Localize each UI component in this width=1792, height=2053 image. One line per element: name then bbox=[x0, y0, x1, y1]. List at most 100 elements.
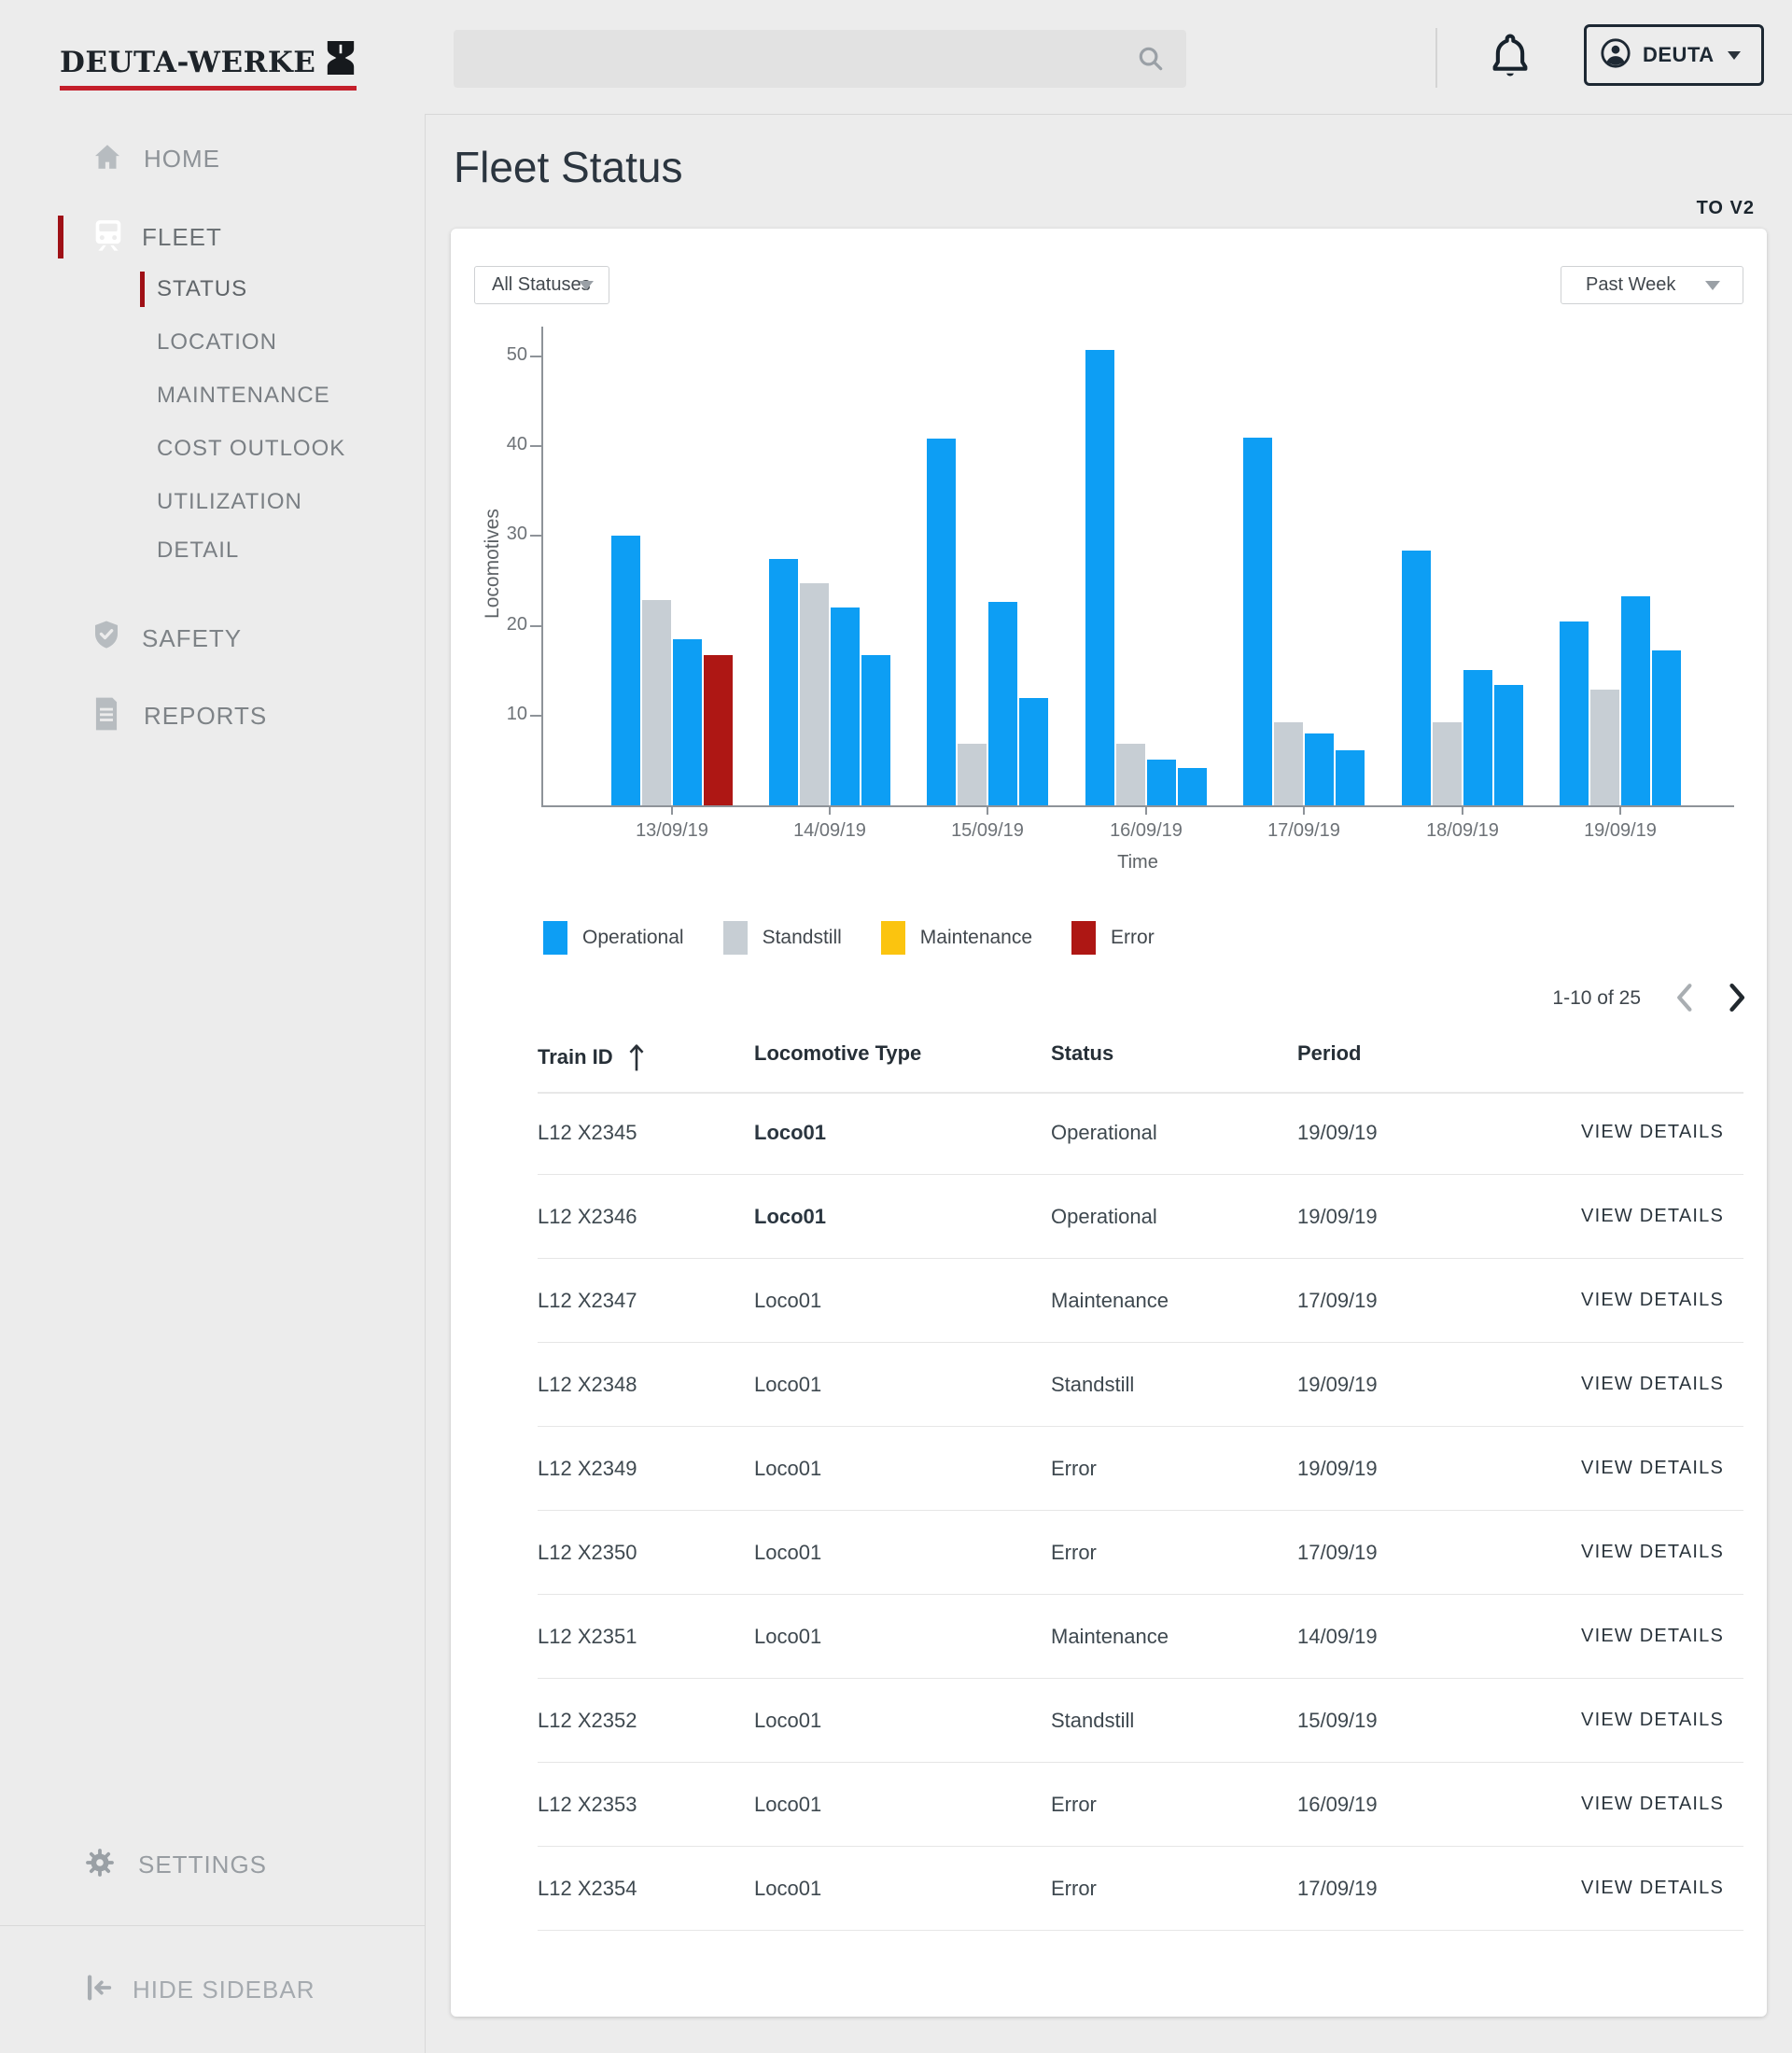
cell-status: Maintenance bbox=[1051, 1595, 1169, 1678]
cell-locomotive-type: Loco01 bbox=[754, 1511, 821, 1594]
chevron-down-icon bbox=[1728, 51, 1741, 60]
y-tick-mark bbox=[530, 715, 541, 717]
y-tick-label: 40 bbox=[471, 434, 527, 455]
notifications-bell-icon[interactable] bbox=[1486, 31, 1534, 88]
sidebar-item-settings[interactable]: SETTINGS bbox=[82, 1844, 267, 1885]
hide-sidebar-button[interactable]: HIDE SIDEBAR bbox=[82, 1969, 315, 2010]
bar-operational bbox=[988, 602, 1017, 805]
collapse-sidebar-icon bbox=[82, 1972, 116, 2008]
sidebar-item-safety[interactable]: SAFETY bbox=[90, 618, 242, 659]
sidebar-item-maintenance[interactable]: MAINTENANCE bbox=[157, 376, 330, 415]
gear-icon bbox=[82, 1845, 118, 1885]
x-tick-label: 14/09/19 bbox=[764, 820, 895, 842]
table-row[interactable]: L12 X2351 Loco01 Maintenance 14/09/19 VI… bbox=[538, 1595, 1743, 1679]
table-row[interactable]: L12 X2354 Loco01 Error 17/09/19 VIEW DET… bbox=[538, 1847, 1743, 1931]
profile-menu-button[interactable]: DEUTA bbox=[1584, 24, 1764, 86]
cell-locomotive-type: Loco01 bbox=[754, 1595, 821, 1678]
legend-item: Maintenance bbox=[881, 921, 1032, 955]
cell-locomotive-type: Loco01 bbox=[754, 1847, 821, 1930]
view-details-link[interactable]: VIEW DETAILS bbox=[1581, 1763, 1724, 1846]
next-page-button[interactable] bbox=[1726, 983, 1750, 1017]
view-details-link[interactable]: VIEW DETAILS bbox=[1581, 1427, 1724, 1510]
shield-icon bbox=[90, 618, 123, 660]
previous-page-button[interactable] bbox=[1672, 983, 1696, 1017]
avatar-icon bbox=[1600, 37, 1631, 74]
table-row[interactable]: L12 X2353 Loco01 Error 16/09/19 VIEW DET… bbox=[538, 1763, 1743, 1847]
view-details-link[interactable]: VIEW DETAILS bbox=[1581, 1259, 1724, 1342]
sidebar-item-cost-outlook[interactable]: COST OUTLOOK bbox=[157, 429, 345, 468]
bar-operational bbox=[611, 536, 640, 805]
bar-operational bbox=[769, 559, 798, 805]
chart-legend: OperationalStandstillMaintenanceError bbox=[543, 921, 1194, 955]
cell-period: 17/09/19 bbox=[1297, 1847, 1378, 1930]
search-input[interactable] bbox=[454, 30, 1186, 88]
cell-train-id: L12 X2352 bbox=[538, 1679, 637, 1762]
cell-train-id: L12 X2349 bbox=[538, 1427, 637, 1510]
page-title: Fleet Status bbox=[454, 142, 682, 192]
bar-operational bbox=[1494, 685, 1523, 805]
sidebar-divider bbox=[0, 1925, 426, 1926]
cell-train-id: L12 X2350 bbox=[538, 1511, 637, 1594]
cell-period: 19/09/19 bbox=[1297, 1175, 1378, 1258]
table-row[interactable]: L12 X2352 Loco01 Standstill 15/09/19 VIE… bbox=[538, 1679, 1743, 1763]
view-details-link[interactable]: VIEW DETAILS bbox=[1581, 1595, 1724, 1678]
column-header-period[interactable]: Period bbox=[1297, 1041, 1361, 1066]
column-label: Period bbox=[1297, 1041, 1361, 1066]
view-details-link[interactable]: VIEW DETAILS bbox=[1581, 1343, 1724, 1426]
cell-status: Error bbox=[1051, 1511, 1097, 1594]
legend-label: Error bbox=[1111, 927, 1155, 949]
search-bar[interactable] bbox=[454, 30, 1186, 88]
cell-locomotive-type: Loco01 bbox=[754, 1259, 821, 1342]
cell-train-id: L12 X2347 bbox=[538, 1259, 637, 1342]
legend-swatch-error bbox=[1071, 921, 1096, 955]
column-header-locomotive-type[interactable]: Locomotive Type bbox=[754, 1041, 921, 1066]
view-details-link[interactable]: VIEW DETAILS bbox=[1581, 1091, 1724, 1174]
sidebar-item-location[interactable]: LOCATION bbox=[157, 323, 277, 362]
x-tick-mark bbox=[1145, 807, 1147, 815]
table-row[interactable]: L12 X2346 Loco01 Operational 19/09/19 VI… bbox=[538, 1175, 1743, 1259]
cell-train-id: L12 X2354 bbox=[538, 1847, 637, 1930]
status-filter-dropdown[interactable]: All Statuses bbox=[474, 266, 609, 304]
hourglass-logo-icon bbox=[325, 39, 357, 81]
bar-standstill bbox=[1433, 722, 1462, 805]
date-range-dropdown[interactable]: Past Week bbox=[1561, 266, 1743, 304]
view-details-link[interactable]: VIEW DETAILS bbox=[1581, 1847, 1724, 1930]
sidebar-item-detail[interactable]: DETAIL bbox=[157, 531, 239, 570]
x-tick-mark bbox=[1462, 807, 1463, 815]
view-details-link[interactable]: VIEW DETAILS bbox=[1581, 1175, 1724, 1258]
y-axis bbox=[541, 327, 543, 807]
cell-locomotive-type: Loco01 bbox=[754, 1175, 826, 1258]
cell-locomotive-type: Loco01 bbox=[754, 1427, 821, 1510]
view-details-link[interactable]: VIEW DETAILS bbox=[1581, 1511, 1724, 1594]
column-header-status[interactable]: Status bbox=[1051, 1041, 1113, 1066]
bar-operational bbox=[1652, 650, 1681, 805]
sidebar-item-home[interactable]: HOME bbox=[91, 138, 220, 179]
column-label: Train ID bbox=[538, 1045, 613, 1069]
table-row[interactable]: L12 X2345 Loco01 Operational 19/09/19 VI… bbox=[538, 1091, 1743, 1175]
table-row[interactable]: L12 X2348 Loco01 Standstill 19/09/19 VIE… bbox=[538, 1343, 1743, 1427]
table-row[interactable]: L12 X2347 Loco01 Maintenance 17/09/19 VI… bbox=[538, 1259, 1743, 1343]
table-row[interactable]: L12 X2349 Loco01 Error 19/09/19 VIEW DET… bbox=[538, 1427, 1743, 1511]
bar-standstill bbox=[1116, 744, 1145, 805]
sidebar-item-reports[interactable]: REPORTS bbox=[91, 695, 267, 736]
to-v2-link[interactable]: TO V2 bbox=[1587, 198, 1755, 219]
sidebar-item-status[interactable]: STATUS bbox=[157, 270, 247, 309]
sidebar-subitem-label: UTILIZATION bbox=[157, 489, 302, 515]
cell-status: Maintenance bbox=[1051, 1259, 1169, 1342]
sidebar-item-fleet[interactable]: FLEET bbox=[90, 216, 222, 258]
legend-label: Operational bbox=[582, 927, 684, 949]
search-icon[interactable] bbox=[1136, 44, 1166, 78]
cell-locomotive-type: Loco01 bbox=[754, 1091, 826, 1174]
view-details-link[interactable]: VIEW DETAILS bbox=[1581, 1679, 1724, 1762]
x-tick-label: 16/09/19 bbox=[1081, 820, 1211, 842]
chevron-down-icon bbox=[1705, 281, 1720, 290]
table-row[interactable]: L12 X2350 Loco01 Error 17/09/19 VIEW DET… bbox=[538, 1511, 1743, 1595]
bar-operational bbox=[1147, 760, 1176, 805]
column-header-train-id[interactable]: Train ID bbox=[538, 1041, 647, 1073]
cell-locomotive-type: Loco01 bbox=[754, 1679, 821, 1762]
sidebar-item-utilization[interactable]: UTILIZATION bbox=[157, 482, 302, 522]
y-tick-label: 30 bbox=[471, 524, 527, 545]
bar-standstill bbox=[642, 600, 671, 805]
bar-operational bbox=[1336, 750, 1365, 805]
sidebar-subitem-label: STATUS bbox=[157, 276, 247, 302]
